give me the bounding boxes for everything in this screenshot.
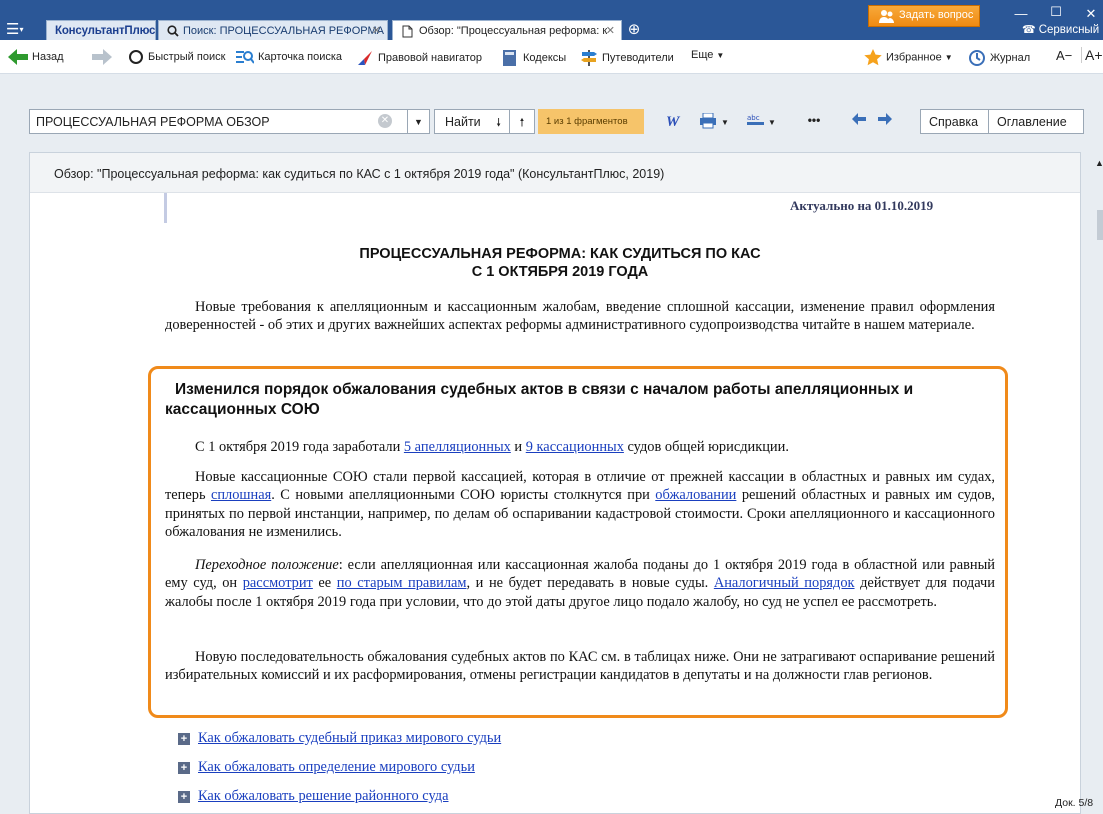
- document-header: Обзор: "Процессуальная реформа: как суди…: [30, 153, 1080, 193]
- link-will-consider[interactable]: рассмотрит: [243, 575, 313, 591]
- help-button[interactable]: Справка: [920, 109, 989, 134]
- scrollbar[interactable]: ▲: [1081, 152, 1103, 814]
- document-counter: Док. 5/8: [1055, 797, 1094, 809]
- chevron-down-icon: ▼: [721, 118, 729, 127]
- contents-button[interactable]: Оглавление: [988, 109, 1084, 134]
- navigator-icon: [358, 51, 372, 65]
- search-card-icon: [236, 51, 254, 64]
- minimize-icon[interactable]: —: [1011, 6, 1031, 21]
- link-old-rules[interactable]: по старым правилам: [337, 575, 467, 591]
- phone-icon: ☎: [1022, 24, 1036, 36]
- actual-date: Актуально на 01.10.2019: [790, 198, 934, 213]
- guides-button[interactable]: Путеводители: [580, 49, 674, 67]
- plus-icon[interactable]: +: [178, 762, 190, 774]
- service-center-link[interactable]: ☎Сервисный цент: [1022, 23, 1103, 36]
- tab-label: Обзор: "Процессуальная реформа: к: [419, 25, 608, 37]
- arrow-left-icon: [852, 113, 866, 125]
- new-tab-button[interactable]: ⊕: [624, 22, 644, 39]
- back-button[interactable]: Назад: [8, 49, 64, 65]
- more-menu[interactable]: Еще ▼: [691, 49, 724, 61]
- fragment-counter: 1 из 1 фрагментов: [538, 109, 644, 134]
- tab-document[interactable]: Обзор: "Процессуальная реформа: к ✕: [392, 20, 622, 41]
- search-input[interactable]: ПРОЦЕССУАЛЬНАЯ РЕФОРМА ОБЗОР: [29, 109, 408, 134]
- link-continuous[interactable]: сплошная: [211, 487, 271, 503]
- link-appeal[interactable]: обжаловании: [655, 487, 736, 503]
- search-card-button[interactable]: Карточка поиска: [236, 49, 342, 65]
- paragraph-4: Новую последовательность обжалования суд…: [165, 649, 995, 684]
- tab-search[interactable]: Поиск: ПРОЦЕССУАЛЬНАЯ РЕФОРМА ✕: [158, 20, 388, 40]
- plus-icon[interactable]: +: [178, 791, 190, 803]
- main-toolbar: Назад Быстрый поиск Карточка поиска Прав…: [0, 40, 1103, 74]
- quick-search-button[interactable]: Быстрый поиск: [128, 49, 225, 65]
- find-previous-button[interactable]: 🠕: [510, 109, 535, 134]
- arrow-down-icon: 🠗: [496, 117, 501, 129]
- chevron-down-icon: ▼: [414, 117, 423, 127]
- prev-document-button[interactable]: [848, 109, 870, 134]
- legal-navigator-button[interactable]: Правовой навигатор: [356, 49, 482, 67]
- close-icon[interactable]: ✕: [606, 24, 615, 37]
- tab-home[interactable]: КонсультантПлюс: [46, 20, 156, 40]
- svg-text:W: W: [666, 114, 681, 129]
- search-history-dropdown[interactable]: ▼: [408, 109, 430, 134]
- history-clock-icon: [969, 50, 985, 66]
- toc-item-decision[interactable]: + Как обжаловать решение районного суда: [178, 788, 449, 805]
- forward-button[interactable]: [92, 49, 116, 65]
- find-next-button[interactable]: Найти 🠗: [434, 109, 510, 134]
- paragraph-1: С 1 октября 2019 года заработали 5 апелл…: [195, 439, 789, 455]
- signpost-icon: [581, 50, 597, 66]
- tab-label: КонсультантПлюс: [55, 25, 156, 37]
- paragraph-3: Переходное положение: если апелляционная…: [165, 557, 996, 610]
- maximize-icon[interactable]: ☐: [1046, 4, 1066, 20]
- next-document-button[interactable]: [874, 109, 896, 134]
- link-appeal-courts[interactable]: 5 апелляционных: [404, 439, 511, 455]
- svg-text:abc: abc: [747, 114, 760, 122]
- scroll-thumb[interactable]: [1097, 210, 1103, 240]
- tab-label: Поиск: ПРОЦЕССУАЛЬНАЯ РЕФОРМА: [183, 25, 385, 37]
- note-stripe: [164, 193, 167, 223]
- chevron-down-icon: ▼: [944, 53, 953, 62]
- chevron-down-icon: ▼: [768, 118, 776, 127]
- toc-item-order[interactable]: + Как обжаловать судебный приказ мирового…: [178, 730, 501, 747]
- clear-icon[interactable]: ✕: [378, 114, 392, 128]
- codes-book-icon: [503, 50, 516, 66]
- close-icon[interactable]: ✕: [372, 24, 381, 37]
- ellipsis-icon: •••: [807, 113, 821, 127]
- word-icon: W: [666, 114, 681, 130]
- more-options-button[interactable]: •••: [802, 109, 826, 134]
- search-icon: [129, 50, 143, 64]
- font-increase-button[interactable]: A+: [1081, 47, 1103, 63]
- people-icon: [879, 10, 894, 23]
- plus-icon[interactable]: +: [178, 733, 190, 745]
- section-title: Изменился порядок обжалования судебных а…: [165, 381, 914, 418]
- link-similar-order[interactable]: Аналогичный порядок: [714, 575, 855, 591]
- arrow-up-icon: 🠕: [519, 117, 525, 129]
- highlight-text-icon: abc: [747, 114, 765, 125]
- chevron-down-icon: ▼: [716, 50, 725, 60]
- printer-icon: [700, 112, 717, 129]
- document-icon: [402, 25, 413, 38]
- journal-button[interactable]: Журнал: [968, 49, 1030, 67]
- paragraph-2: Новые кассационные СОЮ стали первой касс…: [165, 469, 995, 541]
- spellcheck-button[interactable]: abc ▼: [740, 109, 782, 134]
- toc-item-ruling[interactable]: + Как обжаловать определение мирового суд…: [178, 759, 475, 776]
- ask-question-button[interactable]: Задать вопрос: [868, 5, 980, 27]
- main-menu-button[interactable]: ☰▾: [6, 22, 42, 40]
- arrow-right-icon: [878, 113, 892, 125]
- star-icon: [864, 49, 882, 66]
- arrow-right-icon: [92, 49, 112, 65]
- scroll-up-icon[interactable]: ▲: [1095, 158, 1103, 168]
- search-bar: ПРОЦЕССУАЛЬНАЯ РЕФОРМА ОБЗОР ✕ ▼ Найти 🠗 …: [0, 74, 1103, 152]
- arrow-left-icon: [8, 49, 28, 65]
- document-title: ПРОЦЕССУАЛЬНАЯ РЕФОРМА: КАК СУДИТЬСЯ ПО …: [359, 246, 761, 280]
- favorites-menu[interactable]: Избранное ▼: [864, 49, 953, 66]
- link-cassation-courts[interactable]: 9 кассационных: [526, 439, 624, 455]
- close-window-icon[interactable]: ✕: [1081, 6, 1101, 22]
- title-bar: ☰▾ КонсультантПлюс Поиск: ПРОЦЕССУАЛЬНАЯ…: [0, 0, 1103, 41]
- export-word-button[interactable]: W: [662, 109, 686, 134]
- search-icon: [167, 25, 179, 37]
- intro-paragraph: Новые требования к апелляционным и касса…: [165, 299, 995, 334]
- codes-button[interactable]: Кодексы: [501, 49, 566, 67]
- print-button[interactable]: ▼: [694, 109, 734, 134]
- font-decrease-button[interactable]: A−: [1056, 48, 1072, 63]
